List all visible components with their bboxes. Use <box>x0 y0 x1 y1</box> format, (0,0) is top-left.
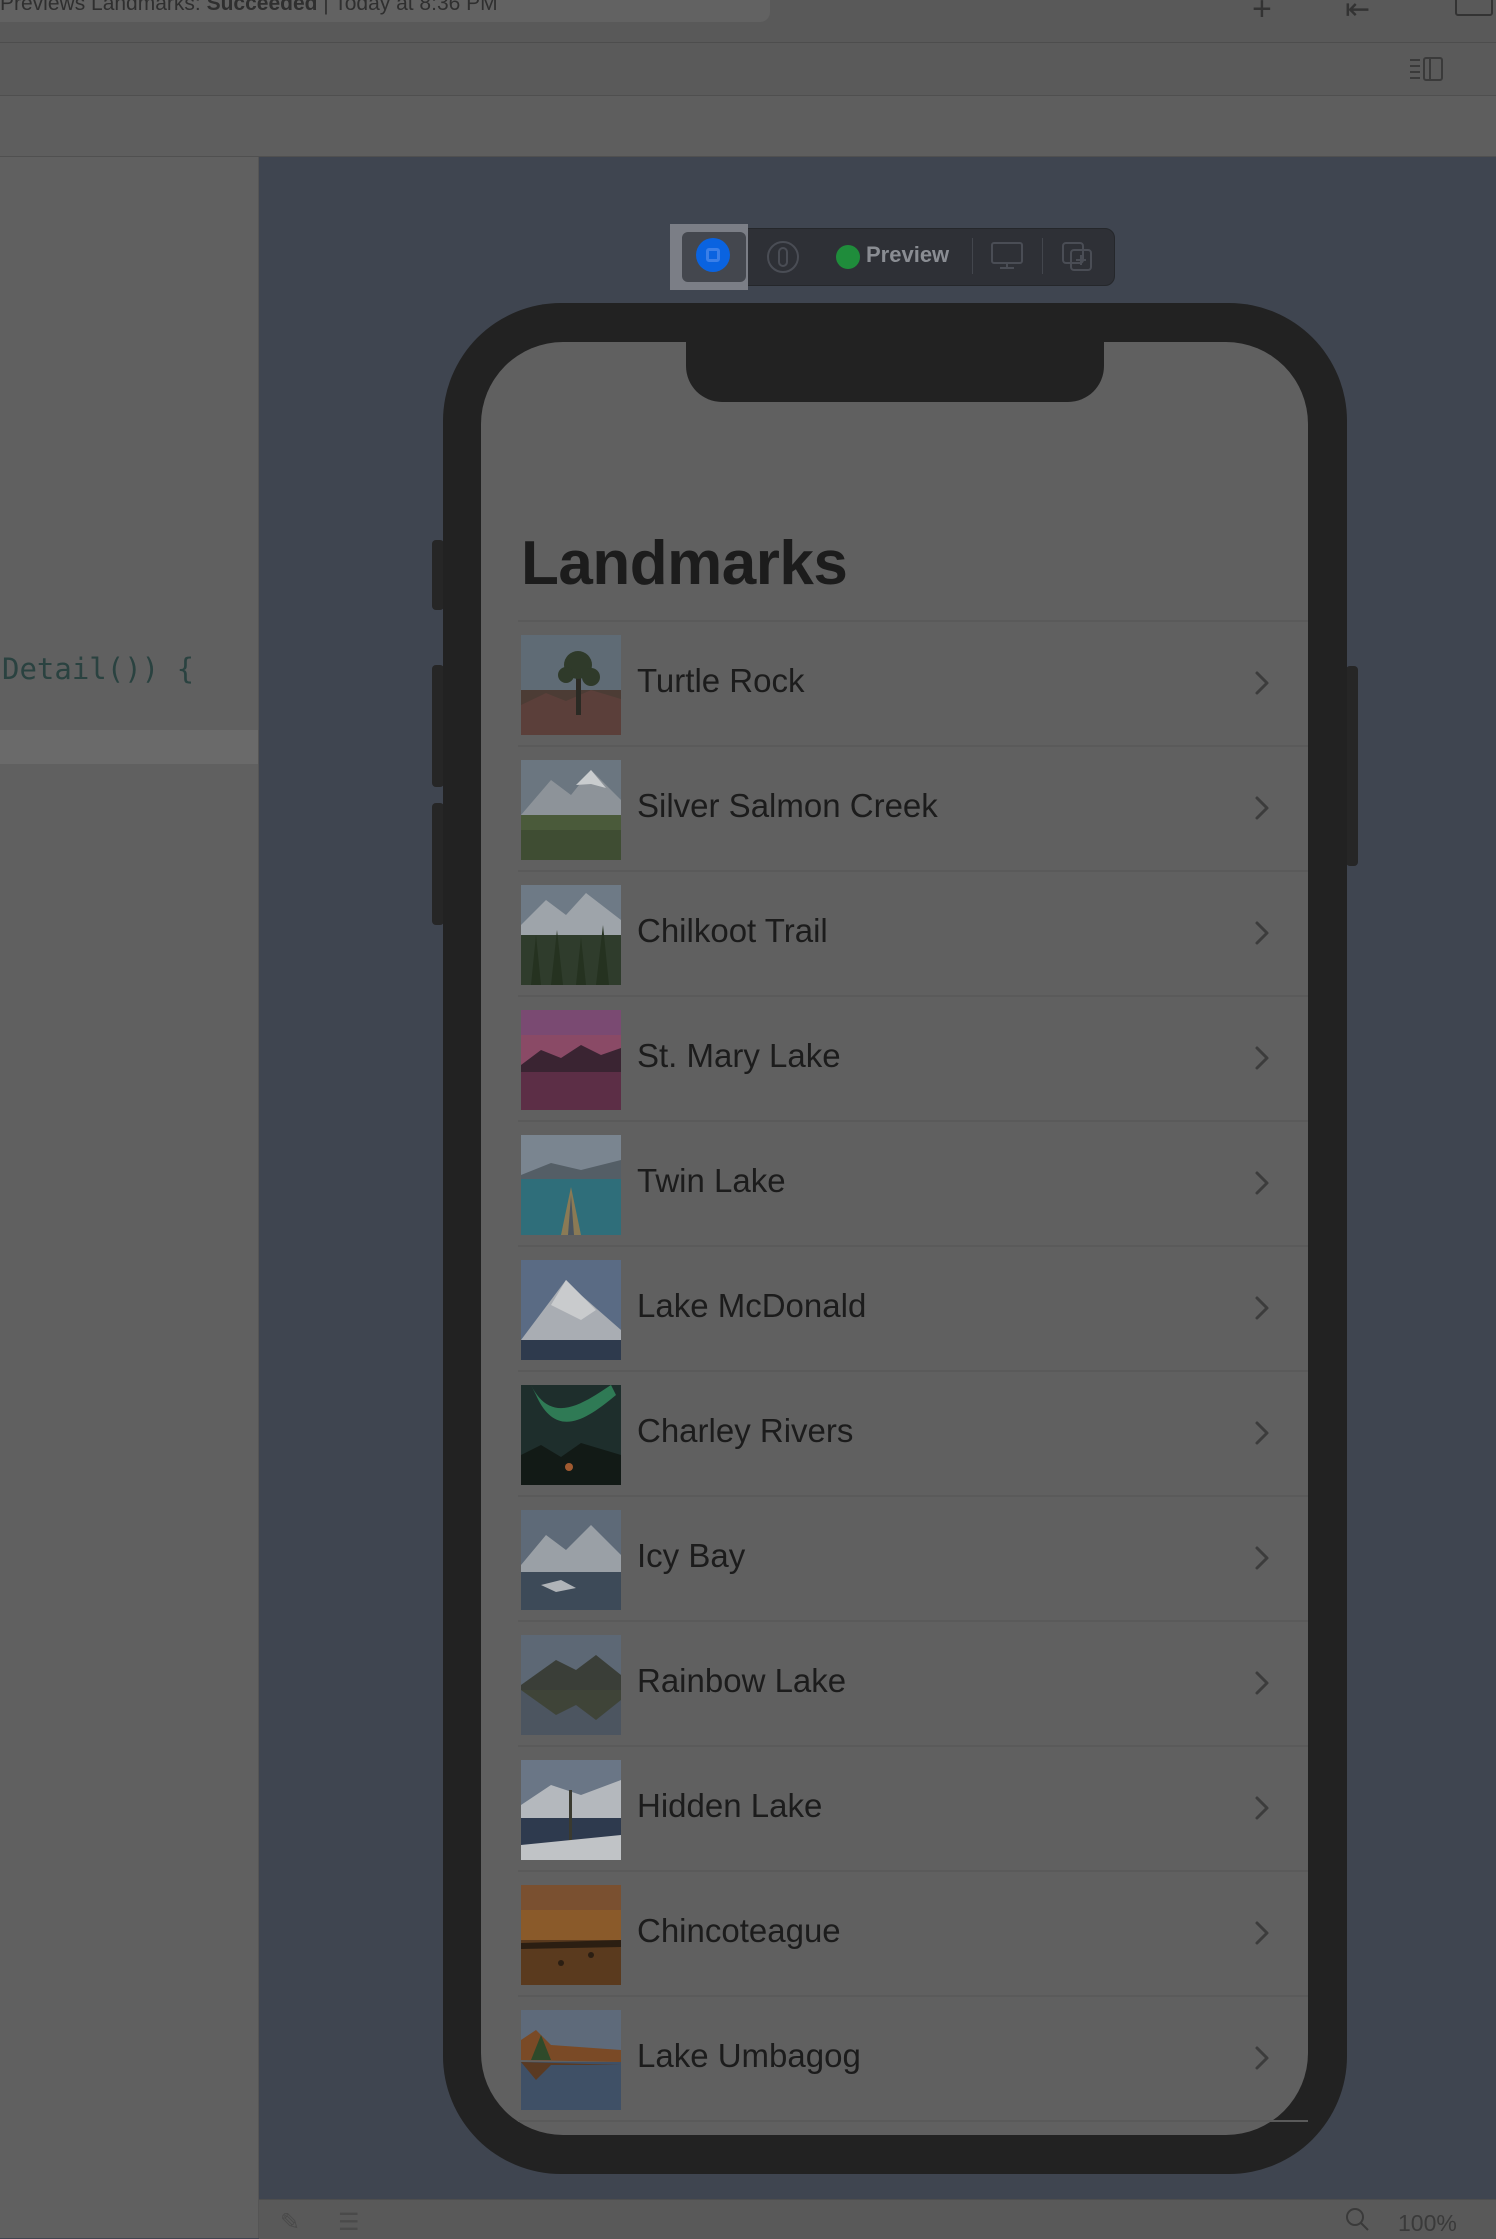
chevron-right-icon <box>1255 1296 1269 1320</box>
chevron-right-icon <box>1255 1921 1269 1945</box>
landmark-name: Chincoteague <box>637 1912 841 1949</box>
build-time: | Today at 8:36 PM <box>317 0 498 15</box>
landmark-name: Charley Rivers <box>637 1412 854 1449</box>
aurora-thumbnail <box>521 1385 621 1485</box>
chevron-right-icon <box>1255 796 1269 820</box>
current-line-highlight <box>0 730 258 764</box>
landmark-row[interactable]: Twin Lake <box>518 1120 1308 1245</box>
landmark-name: Hidden Lake <box>637 1787 823 1824</box>
preview-status-label: Preview <box>866 242 950 267</box>
chevron-right-icon <box>1255 1546 1269 1570</box>
landmark-name: Silver Salmon Creek <box>637 787 938 824</box>
landmark-name: Turtle Rock <box>637 662 805 699</box>
landmark-name: Lake McDonald <box>637 1287 867 1324</box>
landmark-name: St. Mary Lake <box>637 1037 841 1074</box>
landmark-name: Rainbow Lake <box>637 1662 847 1699</box>
landmark-name: Lake Umbagog <box>637 2037 861 2074</box>
chevron-right-icon <box>1255 1421 1269 1445</box>
add-icon[interactable]: + <box>1252 0 1272 29</box>
device-settings-icon[interactable] <box>990 240 1024 272</box>
chevron-right-icon <box>1255 2046 1269 2070</box>
preview-status-dot <box>836 245 860 269</box>
landmark-row[interactable]: Turtle Rock <box>518 620 1308 745</box>
landmark-row[interactable]: Hidden Lake <box>518 1745 1308 1870</box>
pink-sunset-lake-thumbnail <box>521 1010 621 1110</box>
scheme-label: Previews Landmarks: <box>0 0 207 15</box>
build-result: Succeeded <box>206 0 318 15</box>
glacier-bay-thumbnail <box>521 1510 621 1610</box>
phone-notch <box>686 334 1104 402</box>
zoom-icon[interactable] <box>1344 2206 1370 2232</box>
code-editor[interactable] <box>0 157 259 2238</box>
landmark-row[interactable]: Chincoteague <box>518 1870 1308 1995</box>
cursor-icon <box>778 247 788 267</box>
sunset-marsh-thumbnail <box>521 1885 621 1985</box>
duplicate-preview-icon[interactable] <box>1060 240 1094 272</box>
chevron-right-icon <box>1255 671 1269 695</box>
landmark-row[interactable]: Rainbow Lake <box>518 1620 1308 1745</box>
zoom-level[interactable]: 100% <box>1398 2210 1457 2237</box>
chevron-right-icon <box>1255 1671 1269 1695</box>
side-button <box>1346 666 1358 866</box>
chevron-right-icon <box>1255 1046 1269 1070</box>
editor-jump-bar <box>0 43 1496 96</box>
chevron-right-icon <box>1255 921 1269 945</box>
mountain-reflection-thumbnail <box>521 1635 621 1735</box>
pin-icon[interactable]: ✎ <box>280 2208 300 2237</box>
snow-peak-thumbnail <box>521 1260 621 1360</box>
mountain-meadow-thumbnail <box>521 760 621 860</box>
kayak-lake-thumbnail <box>521 1135 621 1235</box>
inspector-toggle-icon[interactable] <box>1408 56 1446 82</box>
panel-toggle-icon[interactable] <box>1455 0 1493 16</box>
landmark-row[interactable]: Charley Rivers <box>518 1370 1308 1495</box>
list-icon[interactable]: ☰ <box>338 2208 360 2237</box>
stop-square-icon <box>706 248 720 262</box>
landmark-list[interactable]: Turtle Rock Silver Salmon Creek Chilkoot T… <box>518 620 1308 2122</box>
build-status-text: Previews Landmarks: Succeeded | Today at… <box>0 0 498 16</box>
landmark-row[interactable]: Silver Salmon Creek <box>518 745 1308 870</box>
landmark-name: Icy Bay <box>637 1537 746 1574</box>
snowy-lake-thumbnail <box>521 1760 621 1860</box>
autumn-lake-thumbnail <box>521 2010 621 2110</box>
landmark-row[interactable]: Icy Bay <box>518 1495 1308 1620</box>
landmark-row[interactable]: St. Mary Lake <box>518 995 1308 1120</box>
landmark-name: Twin Lake <box>637 1162 786 1199</box>
code-line[interactable]: Detail()) { <box>2 652 194 686</box>
landmark-row[interactable]: Lake Umbagog <box>518 1995 1308 2122</box>
navigation-title: Landmarks <box>521 529 848 598</box>
landmark-row[interactable]: Chilkoot Trail <box>518 870 1308 995</box>
landmark-row[interactable]: Lake McDonald <box>518 1245 1308 1370</box>
chevron-right-icon <box>1255 1796 1269 1820</box>
chevron-right-icon <box>1255 1171 1269 1195</box>
desert-tree-thumbnail <box>521 635 621 735</box>
landmark-name: Chilkoot Trail <box>637 912 828 949</box>
navigate-back-icon[interactable]: ⇤ <box>1345 0 1370 27</box>
canvas-header <box>0 96 1496 157</box>
toolbar-divider <box>1042 238 1043 274</box>
canvas-bottom-bar <box>259 2199 1496 2239</box>
toolbar-divider <box>972 238 973 274</box>
forest-mountains-thumbnail <box>521 885 621 985</box>
